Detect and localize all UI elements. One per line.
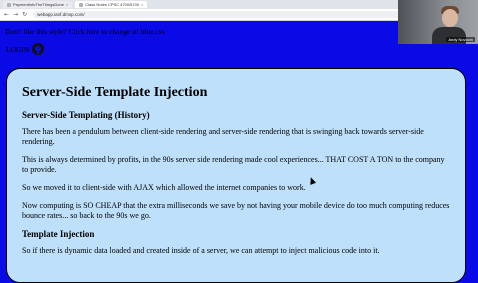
presenter-head — [442, 9, 458, 27]
browser-tab[interactable]: PaymentInfoTheThingsDone × — [3, 1, 73, 8]
webcam-overlay: Andy Novocin — [398, 0, 478, 44]
login-label: LOGIN — [6, 44, 30, 54]
favicon-icon — [7, 2, 11, 7]
tab-label: PaymentInfoTheThingsDone — [13, 2, 64, 7]
forward-icon[interactable]: → — [13, 11, 18, 18]
page-title: Server-Side Template Injection — [22, 85, 208, 100]
paragraph: There has been a pendulum between client… — [22, 127, 424, 146]
github-icon — [32, 43, 45, 55]
section-heading-history: Server-Side Templating (History) — [22, 110, 150, 120]
paragraph: This is always determined by profits, in… — [22, 155, 445, 174]
presenter-name-label: Andy Novocin — [446, 37, 475, 42]
favicon-icon — [79, 2, 84, 7]
paragraph: Now computing is SO CHEAP that the extra… — [22, 201, 450, 220]
paragraph: So if there is dynamic data loaded and c… — [22, 246, 380, 255]
tab-label: Class Notes CPSC 4700/5700 — [85, 2, 140, 7]
login-link[interactable]: LOGIN — [6, 43, 45, 55]
close-tab-icon[interactable]: × — [141, 2, 143, 7]
paragraph: So we moved it to client-side with AJAX … — [22, 183, 306, 192]
reload-icon[interactable]: ↻ — [22, 11, 27, 18]
content-card: Server-Side Template Injection Server-Si… — [6, 68, 466, 283]
back-icon[interactable]: ← — [4, 11, 9, 18]
url-field[interactable]: webapp.ianf.dmsp.com/ — [33, 11, 408, 18]
close-tab-icon[interactable]: × — [66, 2, 68, 7]
browser-tab-active[interactable]: Class Notes CPSC 4700/5700 × — [75, 1, 148, 8]
section-heading-template-injection: Template Injection — [22, 229, 95, 239]
change-style-link[interactable]: Don't like this style? Click here to cha… — [5, 27, 165, 36]
